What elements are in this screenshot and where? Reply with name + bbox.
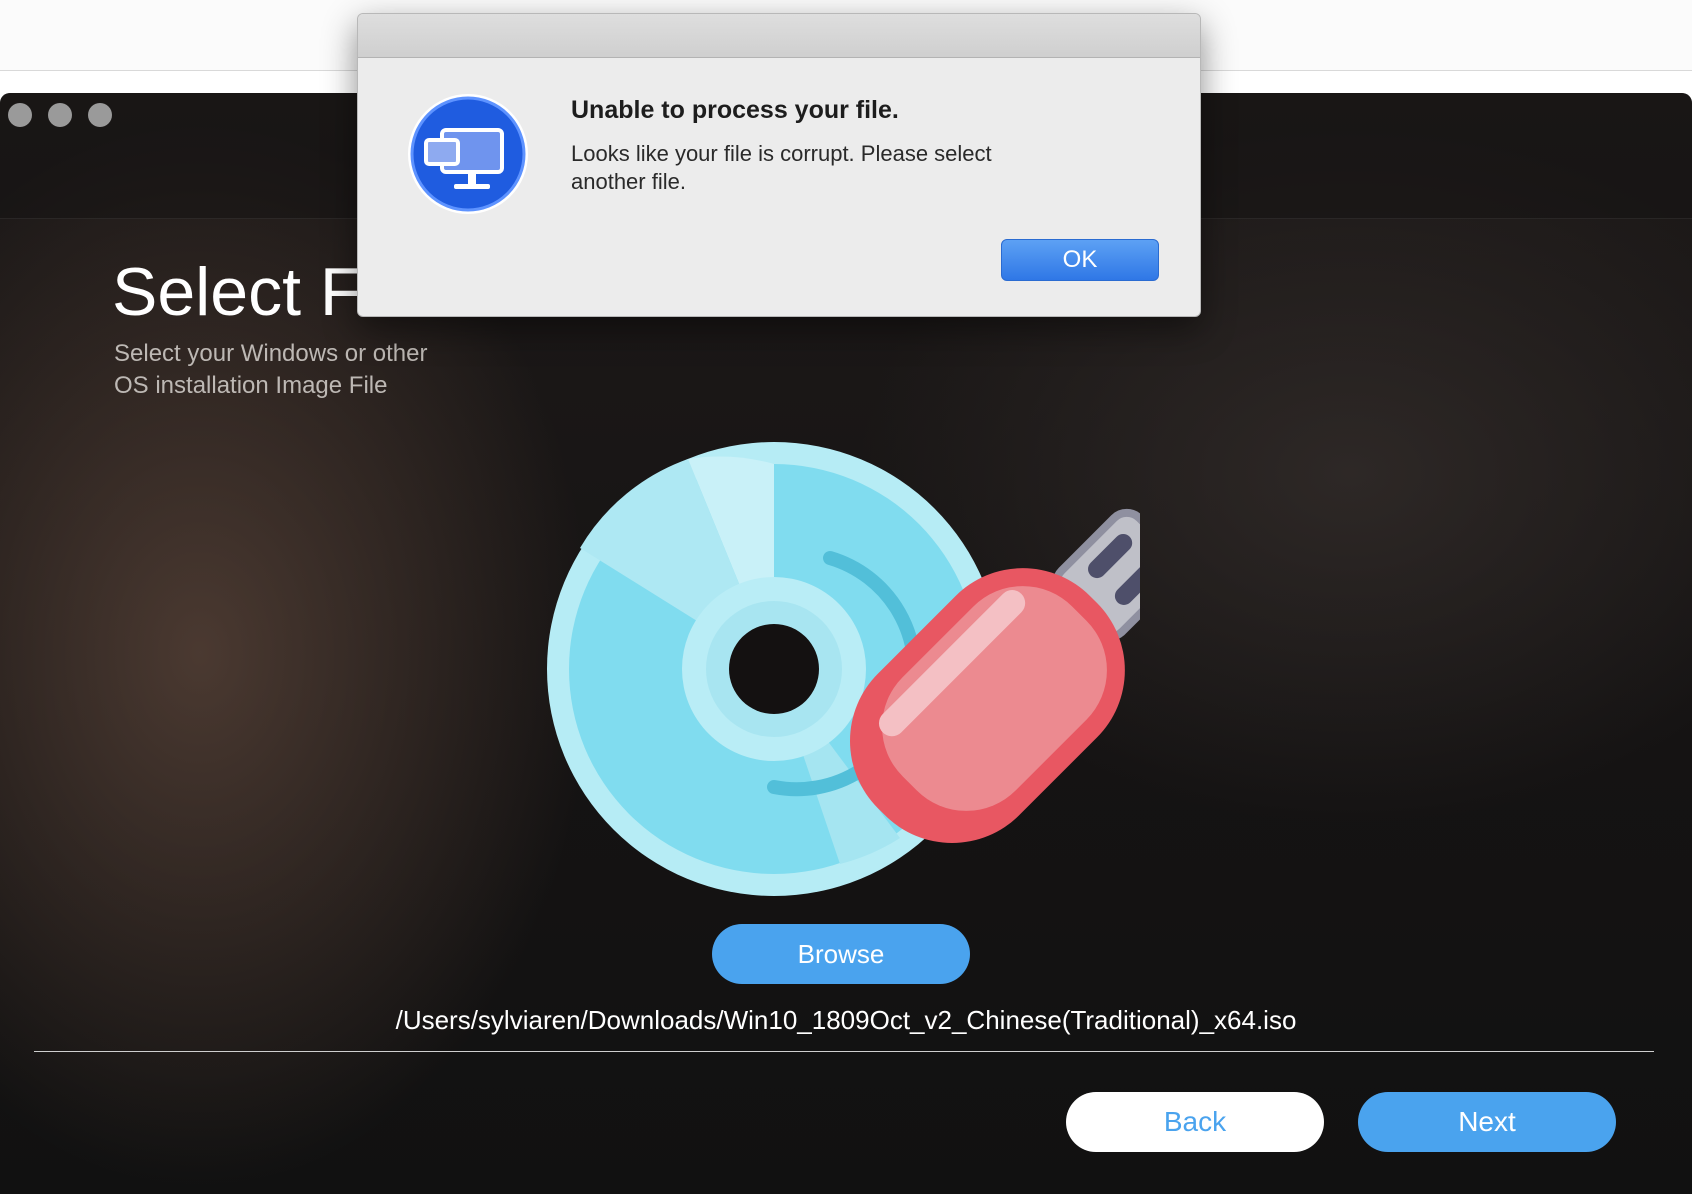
selected-file-path: /Users/sylviaren/Downloads/Win10_1809Oct… bbox=[395, 1005, 1297, 1035]
next-button[interactable]: Next bbox=[1358, 1092, 1616, 1152]
dialog-heading: Unable to process your file. bbox=[571, 96, 899, 124]
ok-button[interactable]: OK bbox=[1001, 239, 1159, 281]
disc-usb-illustration bbox=[547, 442, 1140, 896]
page-subtitle: Select your Windows or other OS installa… bbox=[114, 340, 428, 399]
zoom-window-button[interactable] bbox=[88, 103, 112, 127]
divider bbox=[34, 1051, 1654, 1052]
close-window-button[interactable] bbox=[8, 103, 32, 127]
back-button[interactable]: Back bbox=[1066, 1092, 1324, 1152]
browse-button[interactable]: Browse bbox=[712, 924, 970, 984]
dialog-message: Looks like your file is corrupt. Please … bbox=[571, 141, 992, 194]
monitor-window-icon bbox=[408, 94, 528, 214]
dialog-title-bar bbox=[358, 14, 1200, 58]
minimize-window-button[interactable] bbox=[48, 103, 72, 127]
error-alert-dialog: Unable to process your file. Looks like … bbox=[357, 13, 1201, 317]
